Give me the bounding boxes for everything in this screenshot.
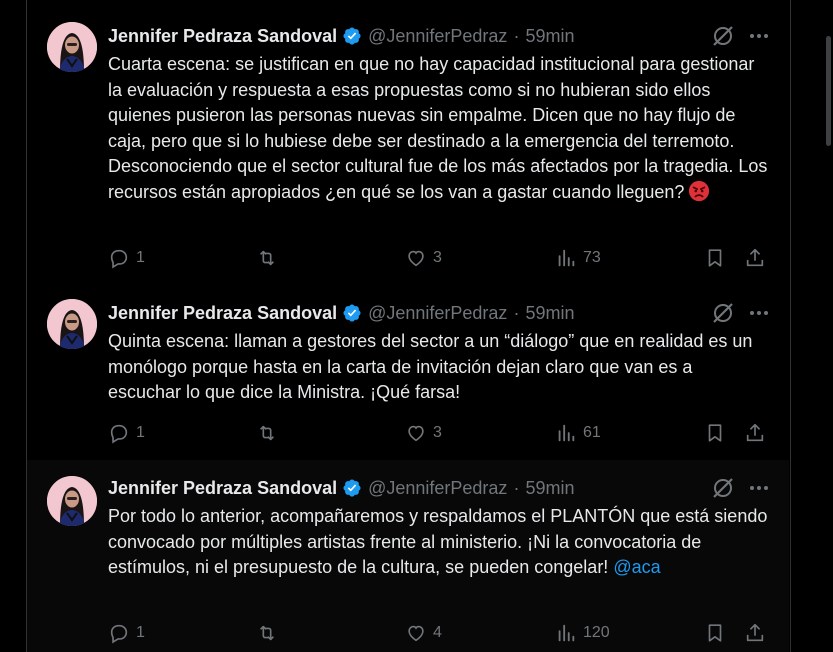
bookmark-icon	[708, 624, 722, 642]
reply-button[interactable]: 1	[108, 421, 145, 445]
more-icon[interactable]	[747, 301, 771, 325]
author-name[interactable]: Jennifer Pedraza Sandoval	[108, 26, 337, 47]
bookmark-icon	[708, 424, 722, 442]
grok-icon[interactable]	[711, 301, 735, 325]
share-icon	[746, 423, 764, 442]
tweet-text-content: Quinta escena: llaman a gestores del sec…	[108, 331, 753, 402]
timestamp[interactable]: 59min	[525, 303, 574, 324]
retweet-icon	[259, 250, 275, 266]
tweet-text: Quinta escena: llaman a gestores del sec…	[108, 329, 768, 406]
author-handle[interactable]: @JenniferPedraz	[368, 303, 507, 324]
like-icon	[408, 625, 424, 642]
author-handle[interactable]: @JenniferPedraz	[368, 26, 507, 47]
share-icon	[746, 623, 764, 642]
retweet-icon	[259, 425, 275, 441]
retweet-button[interactable]	[256, 246, 284, 270]
views-count: 73	[583, 249, 601, 266]
like-button[interactable]: 3	[405, 421, 442, 445]
grok-icon[interactable]	[711, 24, 735, 48]
author-name[interactable]: Jennifer Pedraza Sandoval	[108, 303, 337, 324]
more-icon[interactable]	[747, 24, 771, 48]
action-bar: 1 3 61	[108, 421, 768, 445]
share-button[interactable]	[744, 246, 766, 270]
timestamp[interactable]: 59min	[525, 26, 574, 47]
like-count: 3	[433, 249, 442, 266]
tweet-header: Jennifer Pedraza Sandoval @JenniferPedra…	[108, 24, 574, 48]
share-icon	[746, 248, 764, 267]
scrollbar[interactable]	[826, 36, 831, 146]
like-icon	[408, 250, 424, 267]
action-bar: 1 3 73	[108, 246, 768, 270]
avatar[interactable]	[47, 476, 97, 526]
views-count: 120	[583, 624, 610, 641]
bookmark-button[interactable]	[704, 621, 726, 645]
tweet-text-content: Por todo lo anterior, acompañaremos y re…	[108, 506, 768, 577]
like-button[interactable]: 3	[405, 246, 442, 270]
angry-face-icon	[689, 180, 710, 201]
like-button[interactable]: 4	[405, 621, 442, 645]
tweet[interactable]: Jennifer Pedraza Sandoval @JenniferPedra…	[27, 277, 789, 460]
reply-icon	[110, 249, 128, 269]
reply-count: 1	[136, 624, 145, 641]
tweet[interactable]: Jennifer Pedraza Sandoval @JenniferPedra…	[27, 460, 789, 652]
verified-badge-icon[interactable]	[342, 26, 362, 46]
like-count: 4	[433, 624, 442, 641]
separator-dot: ·	[513, 25, 520, 46]
share-button[interactable]	[744, 421, 766, 445]
views-icon	[558, 249, 575, 267]
views-icon	[558, 424, 575, 442]
views-icon	[558, 624, 575, 642]
tweet-header: Jennifer Pedraza Sandoval @JenniferPedra…	[108, 476, 574, 500]
tweet-text-content: Cuarta escena: se justifican en que no h…	[108, 54, 768, 202]
grok-icon[interactable]	[711, 476, 735, 500]
retweet-icon	[259, 625, 275, 641]
tweet-text: Cuarta escena: se justifican en que no h…	[108, 52, 768, 205]
author-handle[interactable]: @JenniferPedraz	[368, 478, 507, 499]
views-button[interactable]: 61	[555, 421, 601, 445]
retweet-button[interactable]	[256, 421, 284, 445]
avatar[interactable]	[47, 22, 97, 72]
share-button[interactable]	[744, 621, 766, 645]
bookmark-button[interactable]	[704, 421, 726, 445]
reply-count: 1	[136, 424, 145, 441]
bookmark-button[interactable]	[704, 246, 726, 270]
retweet-button[interactable]	[256, 621, 284, 645]
reply-icon	[110, 624, 128, 644]
action-bar: 1 4 120	[108, 621, 768, 645]
like-icon	[408, 425, 424, 442]
reply-button[interactable]: 1	[108, 621, 145, 645]
more-icon[interactable]	[747, 476, 771, 500]
avatar[interactable]	[47, 299, 97, 349]
author-name[interactable]: Jennifer Pedraza Sandoval	[108, 478, 337, 499]
views-button[interactable]: 73	[555, 246, 601, 270]
mention-link[interactable]: @aca	[613, 557, 660, 577]
bookmark-icon	[708, 249, 722, 267]
separator-dot: ·	[513, 302, 520, 323]
views-count: 61	[583, 424, 601, 441]
separator-dot: ·	[513, 477, 520, 498]
reply-count: 1	[136, 249, 145, 266]
reply-button[interactable]: 1	[108, 246, 145, 270]
like-count: 3	[433, 424, 442, 441]
verified-badge-icon[interactable]	[342, 478, 362, 498]
tweet-text: Por todo lo anterior, acompañaremos y re…	[108, 504, 768, 581]
tweet[interactable]: Jennifer Pedraza Sandoval @JenniferPedra…	[27, 0, 789, 285]
reply-icon	[110, 424, 128, 444]
verified-badge-icon[interactable]	[342, 303, 362, 323]
timestamp[interactable]: 59min	[525, 478, 574, 499]
views-button[interactable]: 120	[555, 621, 610, 645]
tweet-header: Jennifer Pedraza Sandoval @JenniferPedra…	[108, 301, 574, 325]
